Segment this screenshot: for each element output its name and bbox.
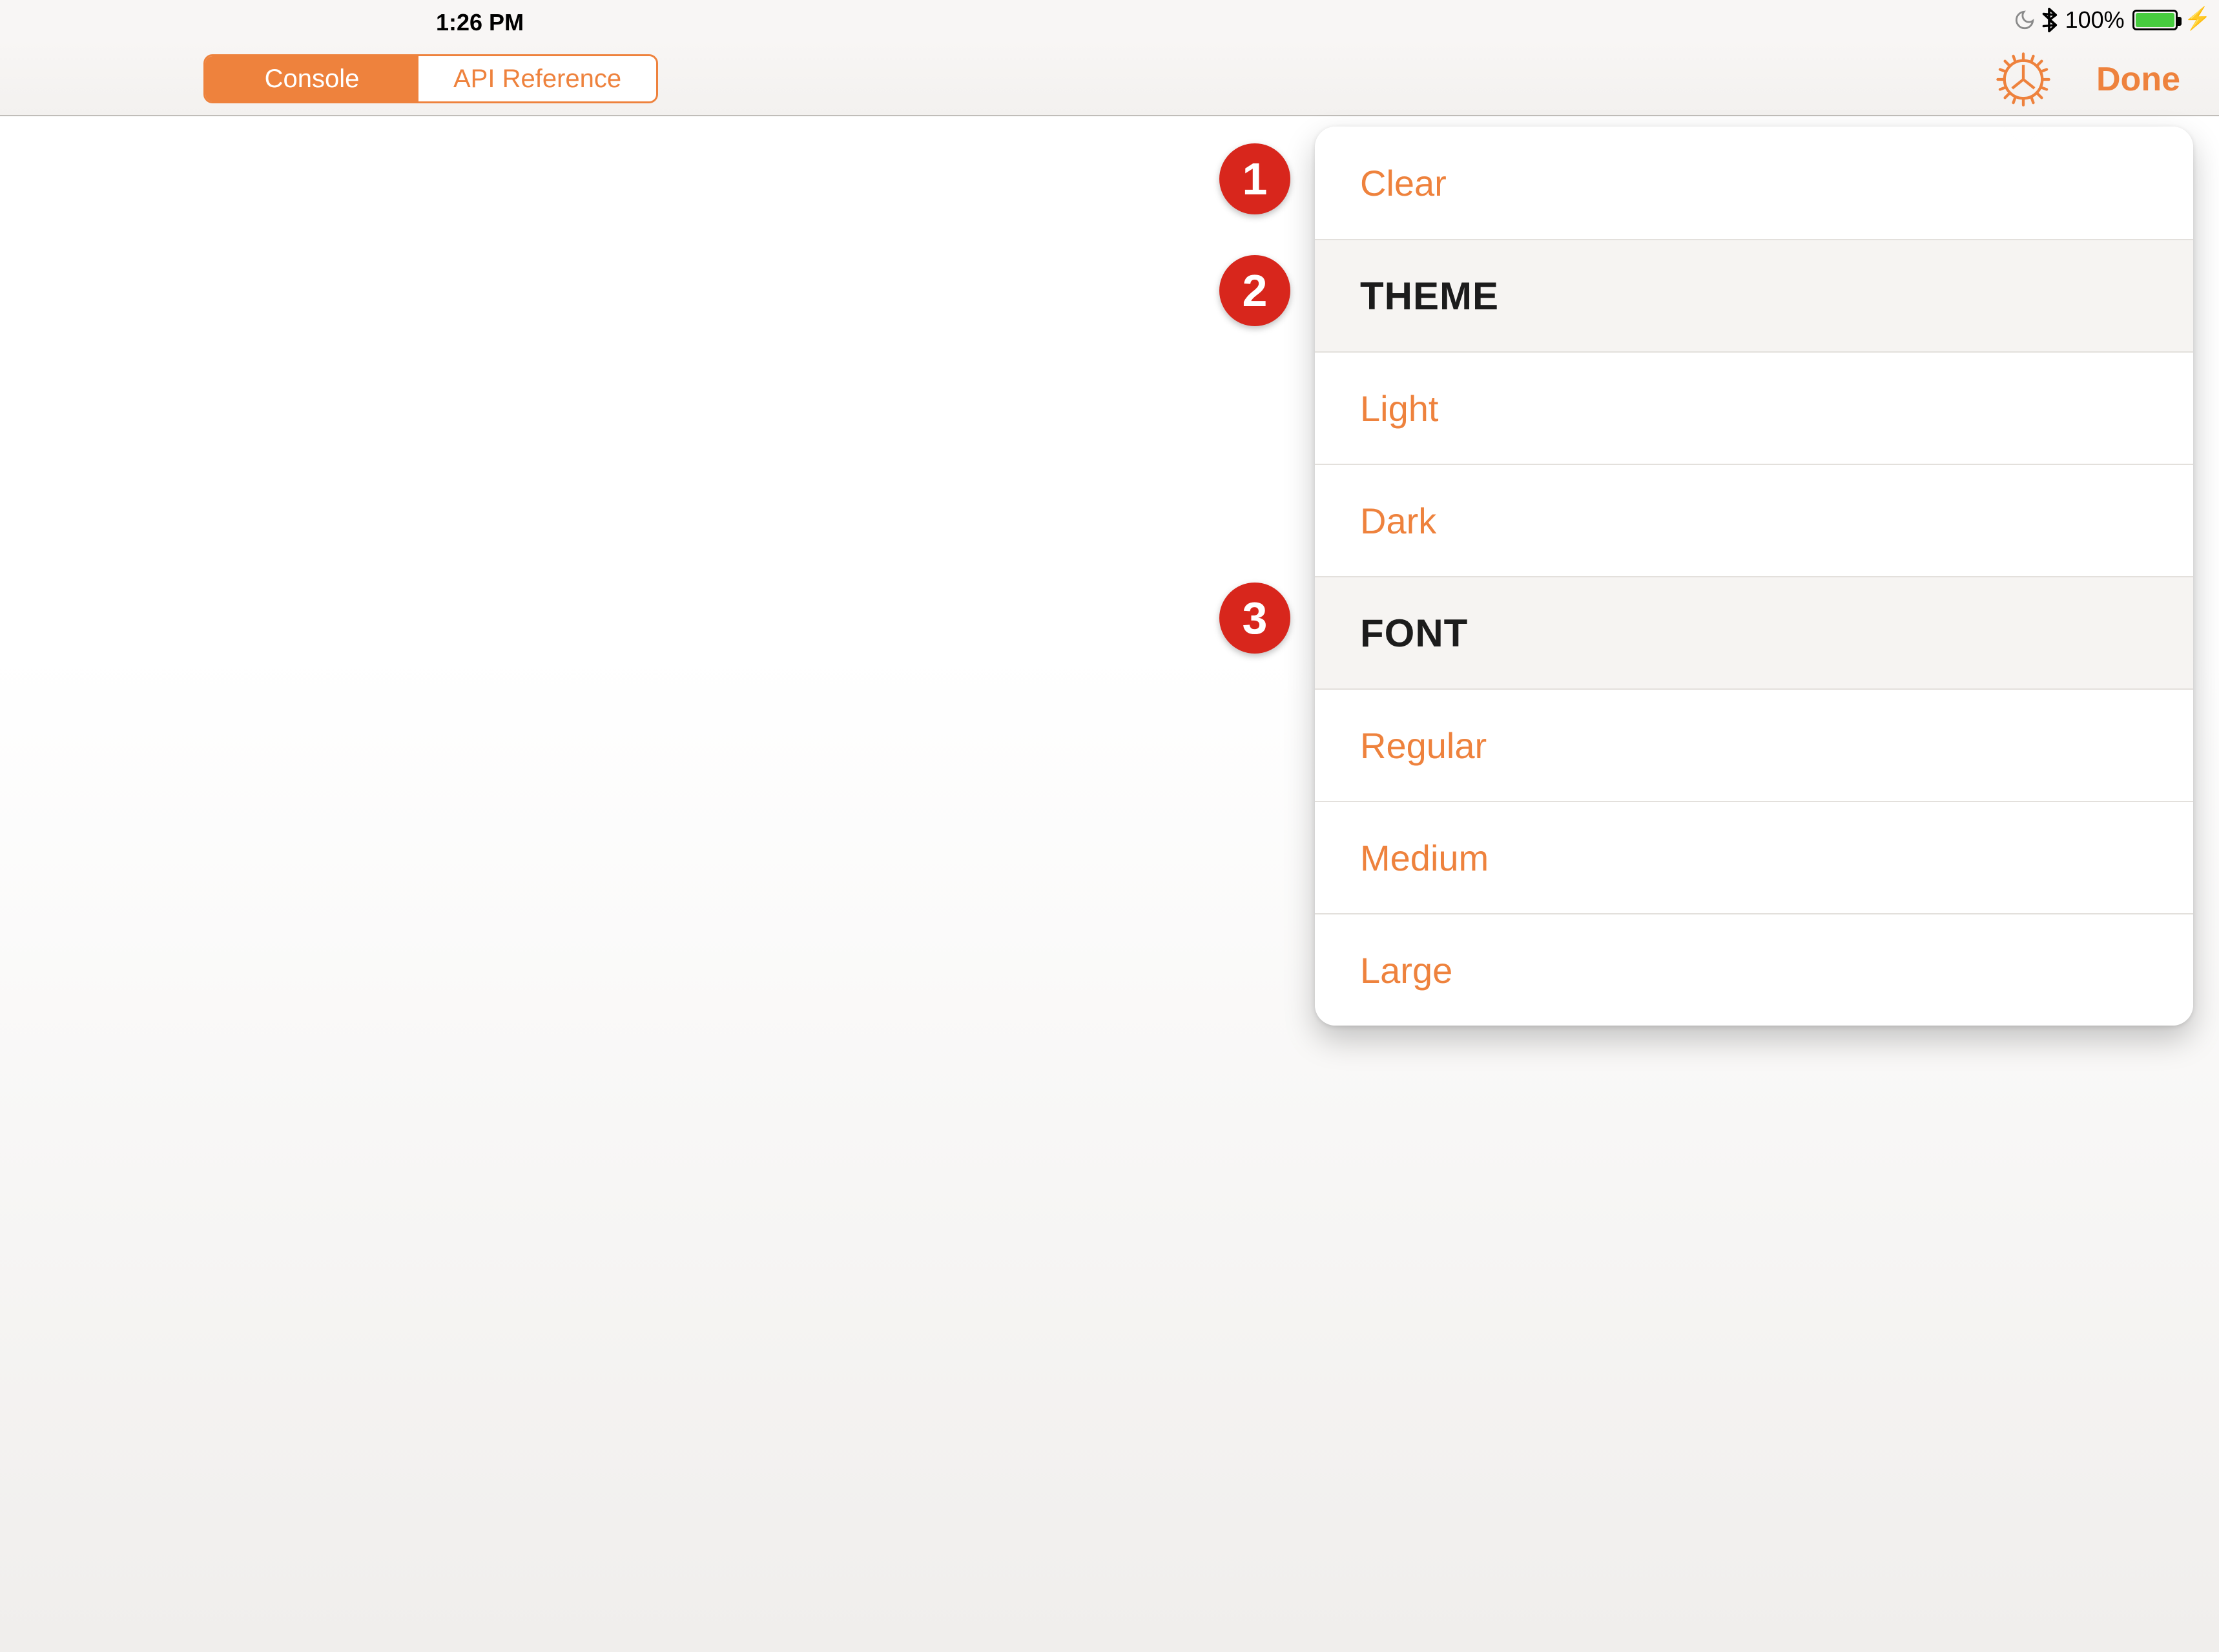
- settings-button[interactable]: [1996, 52, 2051, 107]
- settings-popover: Clear THEME Light Dark FONT Regular Medi…: [1315, 127, 2193, 1026]
- bluetooth-icon: [2041, 8, 2058, 32]
- callout-1: 1: [1219, 143, 1290, 214]
- font-option-medium[interactable]: Medium: [1315, 801, 2193, 913]
- nav-bar: Console API Reference: [0, 39, 2219, 116]
- callout-3: 3: [1219, 583, 1290, 654]
- theme-option-light[interactable]: Light: [1315, 351, 2193, 464]
- font-option-regular[interactable]: Regular: [1315, 688, 2193, 801]
- battery-icon: [2132, 10, 2178, 30]
- tab-api-reference[interactable]: API Reference: [418, 56, 656, 101]
- done-button[interactable]: Done: [2096, 60, 2180, 99]
- popover-clear[interactable]: Clear: [1315, 127, 2193, 239]
- callout-2: 2: [1219, 255, 1290, 326]
- tab-console[interactable]: Console: [205, 56, 418, 101]
- status-time: 1:26 PM: [436, 9, 524, 36]
- do-not-disturb-icon: [2014, 9, 2036, 31]
- popover-theme-header: THEME: [1315, 239, 2193, 351]
- battery-percent: 100%: [2065, 6, 2125, 34]
- popover-font-header: FONT: [1315, 576, 2193, 688]
- font-option-large[interactable]: Large: [1315, 913, 2193, 1026]
- content-area: Clear THEME Light Dark FONT Regular Medi…: [0, 116, 2219, 1652]
- charging-icon: ⚡: [2184, 6, 2211, 32]
- gear-icon: [1996, 52, 2051, 107]
- theme-option-dark[interactable]: Dark: [1315, 464, 2193, 576]
- segmented-control: Console API Reference: [203, 54, 658, 103]
- status-bar: 1:26 PM 100% ⚡: [0, 0, 2219, 39]
